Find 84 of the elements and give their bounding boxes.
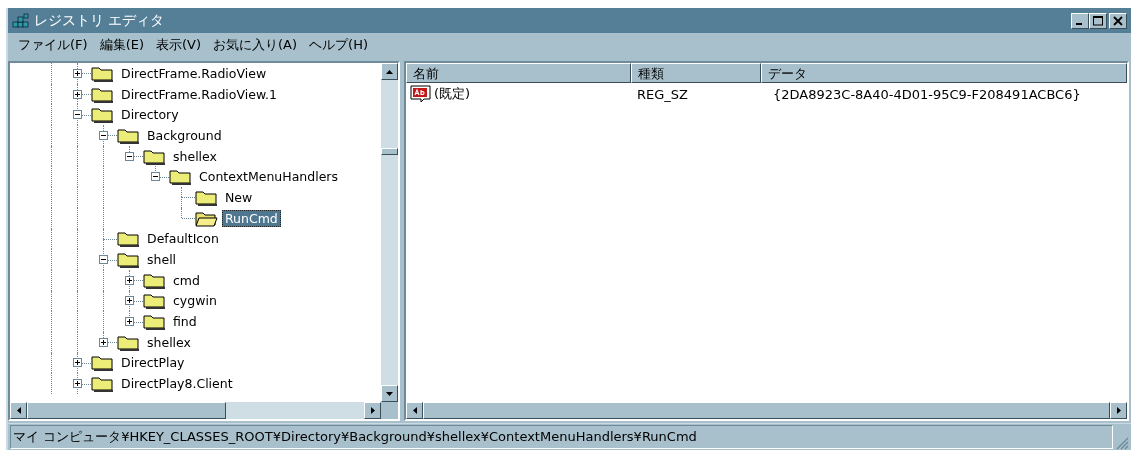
status-bar: マイ コンピュータ¥HKEY_CLASSES_ROOT¥Directory¥Background¥shellex¥ContextMenuHandlers¥RunCmd [10, 425, 1113, 449]
tree-item[interactable]: shellex [144, 333, 194, 351]
value-name: (既定) [434, 85, 471, 103]
folder-icon [143, 271, 166, 289]
value-type: REG_SZ [636, 86, 689, 102]
up-arrow-icon [386, 69, 393, 74]
scroll-left-button[interactable] [10, 402, 27, 419]
minimize-button[interactable] [1071, 12, 1089, 29]
right-arrow-icon [370, 407, 375, 414]
plus-box-icon[interactable] [73, 68, 82, 78]
scroll-up-button[interactable] [381, 63, 398, 80]
scroll-left-button[interactable] [406, 402, 423, 419]
string-value-icon [410, 85, 432, 103]
column-header[interactable]: 種類 [631, 63, 761, 83]
scroll-thumb[interactable] [27, 402, 226, 419]
open-folder-icon [195, 209, 218, 227]
vertical-scrollbar[interactable] [381, 63, 398, 402]
maximize-icon [1093, 15, 1103, 26]
tree-item[interactable]: DirectFrame.RadioView [118, 64, 270, 82]
scrollbar-corner [381, 402, 398, 419]
tree-item[interactable]: shell [144, 251, 180, 269]
column-header[interactable]: データ [761, 63, 1127, 83]
plus-box-icon[interactable] [125, 275, 134, 285]
folder-icon [143, 313, 166, 331]
minus-box-icon[interactable] [151, 172, 160, 182]
menu-item[interactable]: ファイル(F) [12, 34, 94, 56]
folder-icon [91, 354, 114, 372]
folder-icon [91, 85, 114, 103]
close-button[interactable] [1109, 12, 1127, 29]
tree-item[interactable]: cmd [170, 271, 203, 289]
tree-item[interactable]: Directory [118, 106, 182, 124]
minus-box-icon[interactable] [125, 151, 134, 161]
folder-icon [91, 375, 114, 393]
tree-item[interactable]: New [222, 188, 256, 206]
tree-item[interactable]: cygwin [170, 292, 220, 310]
resize-grip-icon[interactable] [1115, 436, 1129, 450]
horizontal-scrollbar[interactable] [10, 402, 381, 419]
plus-box-icon[interactable] [99, 337, 108, 347]
plus-box-icon[interactable] [125, 296, 134, 306]
menu-item[interactable]: お気に入り(A) [207, 34, 304, 56]
minimize-icon [1075, 22, 1082, 25]
column-header[interactable]: 名前 [406, 63, 631, 83]
minus-box-icon[interactable] [73, 110, 82, 120]
folder-icon [117, 126, 140, 144]
tree-item[interactable]: DirectPlay8.Client [118, 375, 236, 393]
tree-item[interactable]: DirectFrame.RadioView.1 [118, 85, 280, 103]
menu-item[interactable]: 編集(E) [93, 34, 150, 56]
value-data: {2DA8923C-8A40-4D01-95C9-F208491ACBC6} [772, 86, 1082, 102]
scroll-right-button[interactable] [1110, 402, 1127, 419]
tree-item[interactable]: DirectPlay [118, 354, 188, 372]
left-arrow-icon [16, 407, 21, 414]
folder-icon [195, 188, 218, 206]
folder-icon [117, 251, 140, 269]
tree-item[interactable]: shellex [170, 147, 220, 165]
folder-icon [117, 230, 140, 248]
plus-box-icon[interactable] [73, 358, 82, 368]
registry-cubes-icon [12, 12, 30, 29]
scroll-right-button[interactable] [364, 402, 381, 419]
folder-icon [91, 106, 114, 124]
plus-box-icon[interactable] [73, 379, 82, 389]
tree-item[interactable]: DefaultIcon [144, 230, 222, 248]
menu-item[interactable]: ヘルプ(H) [303, 34, 374, 56]
folder-icon [143, 292, 166, 310]
scroll-down-button[interactable] [381, 385, 398, 402]
plus-box-icon[interactable] [73, 89, 82, 99]
plus-box-icon[interactable] [125, 317, 134, 327]
minus-box-icon[interactable] [99, 255, 108, 265]
right-arrow-icon [1116, 407, 1121, 414]
close-icon [1113, 15, 1123, 26]
folder-icon [143, 147, 166, 165]
tree-item[interactable]: RunCmd [222, 209, 281, 227]
window-title: レジストリ エディタ [34, 11, 165, 30]
maximize-button[interactable] [1089, 12, 1107, 29]
down-arrow-icon [386, 391, 393, 396]
scroll-thumb[interactable] [381, 148, 398, 155]
menu-item[interactable]: 表示(V) [150, 34, 208, 56]
tree-item[interactable]: ContextMenuHandlers [196, 168, 342, 186]
tree-item[interactable]: find [170, 313, 200, 331]
folder-icon [91, 64, 114, 82]
minus-box-icon[interactable] [99, 130, 108, 140]
folder-icon [117, 333, 140, 351]
tree-item[interactable]: Background [144, 126, 225, 144]
left-arrow-icon [412, 407, 417, 414]
folder-icon [169, 168, 192, 186]
